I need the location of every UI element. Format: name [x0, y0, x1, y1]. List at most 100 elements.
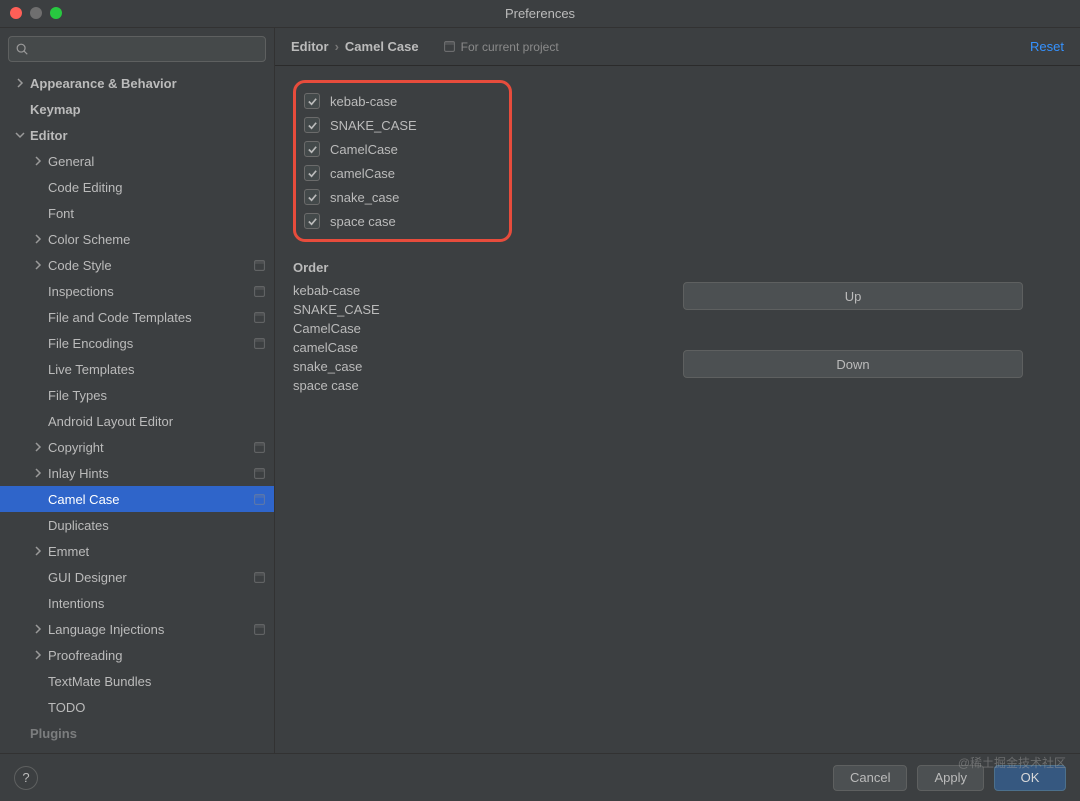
- project-scope-icon: [443, 40, 456, 53]
- tree-item-intentions[interactable]: Intentions: [0, 590, 274, 616]
- chevron-right-icon[interactable]: [32, 649, 44, 661]
- chevron-right-icon[interactable]: [14, 77, 26, 89]
- checkbox[interactable]: [304, 117, 320, 133]
- tree-arrow-placeholder: [32, 285, 44, 297]
- tree-item-copyright[interactable]: Copyright: [0, 434, 274, 460]
- chevron-right-icon[interactable]: [32, 545, 44, 557]
- content-header: Editor › Camel Case For current project …: [275, 28, 1080, 66]
- apply-button[interactable]: Apply: [917, 765, 984, 791]
- project-scope-icon: [253, 467, 266, 480]
- tree-arrow-placeholder: [32, 571, 44, 583]
- order-list-item[interactable]: space case: [293, 376, 653, 395]
- order-list-item[interactable]: CamelCase: [293, 319, 653, 338]
- checkbox-row[interactable]: SNAKE_CASE: [302, 113, 419, 137]
- chevron-right-icon[interactable]: [32, 155, 44, 167]
- checkbox-label: kebab-case: [330, 94, 397, 109]
- checkbox[interactable]: [304, 189, 320, 205]
- project-scope-icon: [253, 259, 266, 272]
- tree-item-code-style[interactable]: Code Style: [0, 252, 274, 278]
- tree-item-todo[interactable]: TODO: [0, 694, 274, 720]
- tree-arrow-placeholder: [32, 389, 44, 401]
- maximize-window-icon[interactable]: [50, 7, 62, 19]
- checkbox[interactable]: [304, 93, 320, 109]
- checkbox[interactable]: [304, 213, 320, 229]
- checkbox-row[interactable]: CamelCase: [302, 137, 419, 161]
- tree-item-font[interactable]: Font: [0, 200, 274, 226]
- breadcrumb-root[interactable]: Editor: [291, 39, 329, 54]
- project-scope-icon: [253, 311, 266, 324]
- checkbox-row[interactable]: kebab-case: [302, 89, 419, 113]
- cancel-button[interactable]: Cancel: [833, 765, 907, 791]
- order-list[interactable]: kebab-caseSNAKE_CASECamelCasecamelCasesn…: [293, 281, 653, 395]
- preferences-tree[interactable]: Appearance & Behavior KeymapEditorGeneral…: [0, 68, 274, 753]
- tree-item-file-and-code-templates[interactable]: File and Code Templates: [0, 304, 274, 330]
- order-list-item[interactable]: kebab-case: [293, 281, 653, 300]
- tree-item-color-scheme[interactable]: Color Scheme: [0, 226, 274, 252]
- checkbox[interactable]: [304, 165, 320, 181]
- tree-item-label: TextMate Bundles: [48, 674, 266, 689]
- tree-item-label: Appearance & Behavior: [30, 76, 266, 91]
- tree-item-label: Camel Case: [48, 492, 253, 507]
- order-list-item[interactable]: SNAKE_CASE: [293, 300, 653, 319]
- tree-item-language-injections[interactable]: Language Injections: [0, 616, 274, 642]
- tree-item-android-layout-editor[interactable]: Android Layout Editor: [0, 408, 274, 434]
- chevron-right-icon[interactable]: [32, 233, 44, 245]
- tree-item-general[interactable]: General: [0, 148, 274, 174]
- tree-item-file-encodings[interactable]: File Encodings: [0, 330, 274, 356]
- chevron-right-icon[interactable]: [32, 623, 44, 635]
- tree-item-label: GUI Designer: [48, 570, 253, 585]
- tree-item-label: File and Code Templates: [48, 310, 253, 325]
- tree-item-gui-designer[interactable]: GUI Designer: [0, 564, 274, 590]
- search-input-wrapper[interactable]: [8, 36, 266, 62]
- reset-link[interactable]: Reset: [1030, 39, 1064, 54]
- checkbox-label: space case: [330, 214, 396, 229]
- tree-item-inspections[interactable]: Inspections: [0, 278, 274, 304]
- help-button[interactable]: ?: [14, 766, 38, 790]
- minimize-window-icon[interactable]: [30, 7, 42, 19]
- tree-item-label: Code Style: [48, 258, 253, 273]
- tree-item-duplicates[interactable]: Duplicates: [0, 512, 274, 538]
- checkbox-row[interactable]: camelCase: [302, 161, 419, 185]
- checkbox-label: camelCase: [330, 166, 395, 181]
- dialog-footer: ? Cancel Apply OK: [0, 753, 1080, 801]
- order-list-item[interactable]: camelCase: [293, 338, 653, 357]
- tree-item-label: Proofreading: [48, 648, 266, 663]
- chevron-right-icon[interactable]: [32, 441, 44, 453]
- order-section-title: Order: [293, 260, 653, 275]
- tree-item-label: File Types: [48, 388, 266, 403]
- tree-item-camel-case[interactable]: Camel Case: [0, 486, 274, 512]
- tree-item-plugins[interactable]: Plugins: [0, 720, 274, 746]
- close-window-icon[interactable]: [10, 7, 22, 19]
- checkbox-row[interactable]: space case: [302, 209, 419, 233]
- project-scope-icon: [253, 285, 266, 298]
- order-list-item[interactable]: snake_case: [293, 357, 653, 376]
- tree-item-inlay-hints[interactable]: Inlay Hints: [0, 460, 274, 486]
- checkbox-label: snake_case: [330, 190, 399, 205]
- chevron-right-icon[interactable]: [32, 467, 44, 479]
- tree-item-label: TODO: [48, 700, 266, 715]
- chevron-right-icon[interactable]: [32, 259, 44, 271]
- tree-arrow-placeholder: [32, 597, 44, 609]
- tree-item-emmet[interactable]: Emmet: [0, 538, 274, 564]
- ok-button[interactable]: OK: [994, 765, 1066, 791]
- search-input[interactable]: [33, 42, 259, 56]
- tree-item-editor[interactable]: Editor: [0, 122, 274, 148]
- project-scope-icon: [253, 623, 266, 636]
- order-up-button[interactable]: Up: [683, 282, 1023, 310]
- tree-item-live-templates[interactable]: Live Templates: [0, 356, 274, 382]
- project-scope-label: For current project: [443, 40, 559, 54]
- tree-item-label: Inspections: [48, 284, 253, 299]
- tree-arrow-placeholder: [32, 415, 44, 427]
- chevron-down-icon[interactable]: [14, 129, 26, 141]
- tree-item-label: Emmet: [48, 544, 266, 559]
- tree-item-textmate-bundles[interactable]: TextMate Bundles: [0, 668, 274, 694]
- checkbox-row[interactable]: snake_case: [302, 185, 419, 209]
- tree-item-appearance-behavior[interactable]: Appearance & Behavior: [0, 70, 274, 96]
- tree-item-file-types[interactable]: File Types: [0, 382, 274, 408]
- order-down-button[interactable]: Down: [683, 350, 1023, 378]
- tree-item-label: Intentions: [48, 596, 266, 611]
- tree-item-keymap[interactable]: Keymap: [0, 96, 274, 122]
- checkbox[interactable]: [304, 141, 320, 157]
- tree-item-proofreading[interactable]: Proofreading: [0, 642, 274, 668]
- tree-item-code-editing[interactable]: Code Editing: [0, 174, 274, 200]
